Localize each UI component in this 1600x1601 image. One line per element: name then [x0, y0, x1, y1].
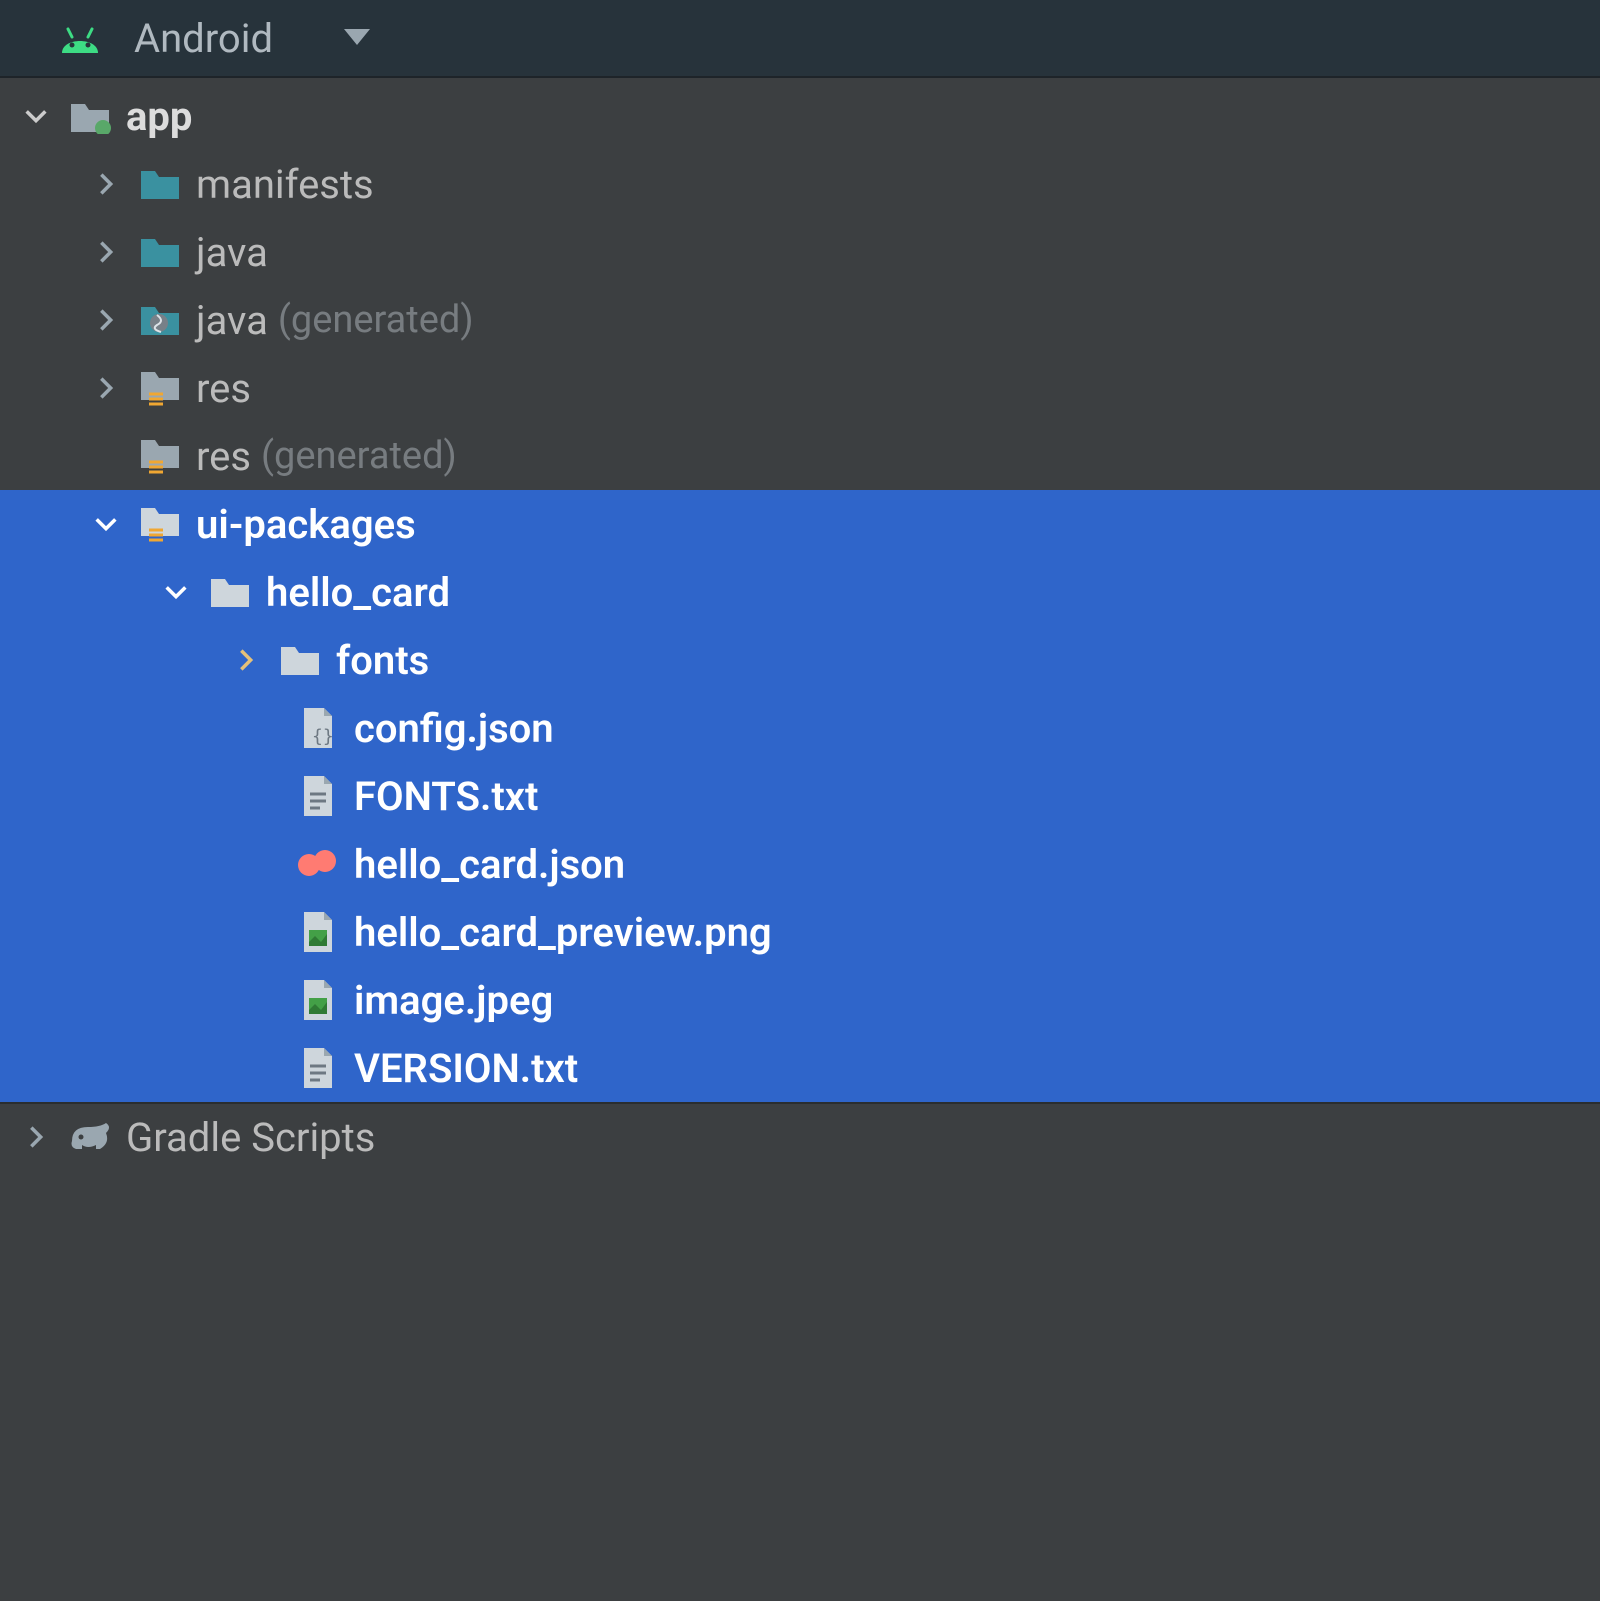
chevron-right-icon[interactable]: [82, 296, 130, 344]
tree-node-manifests[interactable]: manifests: [0, 150, 1600, 218]
svg-text:{}: {}: [312, 726, 334, 747]
node-label: hello_card_preview.png: [354, 909, 772, 956]
resource-folder-icon: [136, 500, 184, 548]
tree-node-res[interactable]: res: [0, 354, 1600, 422]
node-label: java: [196, 297, 268, 344]
tree-node-fonts[interactable]: fonts: [0, 626, 1600, 694]
json-file-icon: {}: [294, 704, 342, 752]
tree-node-hello-card-json[interactable]: hello_card.json: [0, 830, 1600, 898]
resource-folder-icon: [136, 432, 184, 480]
resource-folder-icon: [136, 364, 184, 412]
folder-icon: [206, 568, 254, 616]
tree-node-ui-packages[interactable]: ui-packages: [0, 490, 1600, 558]
chevron-right-icon[interactable]: [222, 636, 270, 684]
text-file-icon: [294, 772, 342, 820]
tree-node-gradle-scripts[interactable]: Gradle Scripts: [0, 1102, 1600, 1170]
node-label: Gradle Scripts: [126, 1114, 375, 1161]
chevron-right-icon[interactable]: [82, 228, 130, 276]
node-label: hello_card: [266, 569, 450, 616]
node-label: res: [196, 433, 251, 480]
project-tree[interactable]: app manifests java: [0, 78, 1600, 1170]
project-view-label: Android: [134, 15, 273, 62]
node-suffix: (generated): [278, 298, 474, 342]
tree-node-image-jpeg[interactable]: image.jpeg: [0, 966, 1600, 1034]
node-suffix: (generated): [261, 434, 457, 478]
node-label: res: [196, 365, 251, 412]
node-label: app: [126, 93, 192, 140]
tree-node-hello-card[interactable]: hello_card: [0, 558, 1600, 626]
android-robot-icon: [56, 14, 104, 62]
image-file-icon: [294, 976, 342, 1024]
tree-node-res-generated[interactable]: res (generated): [0, 422, 1600, 490]
relay-file-icon: [294, 840, 342, 888]
tree-node-config-json[interactable]: {} config.json: [0, 694, 1600, 762]
chevron-right-icon[interactable]: [12, 1113, 60, 1161]
tree-node-java-generated[interactable]: java (generated): [0, 286, 1600, 354]
node-label: ui-packages: [196, 501, 416, 548]
node-label: fonts: [336, 637, 429, 684]
node-label: config.json: [354, 705, 554, 752]
tree-node-fonts-txt[interactable]: FONTS.txt: [0, 762, 1600, 830]
node-label: VERSION.txt: [354, 1045, 578, 1092]
tree-node-java[interactable]: java: [0, 218, 1600, 286]
tree-node-version-txt[interactable]: VERSION.txt: [0, 1034, 1600, 1102]
node-label: manifests: [196, 161, 374, 208]
node-label: hello_card.json: [354, 841, 625, 888]
node-label: FONTS.txt: [354, 773, 538, 820]
module-folder-icon: [66, 92, 114, 140]
generated-folder-icon: [136, 296, 184, 344]
folder-icon: [136, 228, 184, 276]
node-label: image.jpeg: [354, 977, 553, 1024]
dropdown-triangle-icon[interactable]: [333, 14, 381, 62]
image-file-icon: [294, 908, 342, 956]
node-label: java: [196, 229, 268, 276]
project-view-header[interactable]: Android: [0, 0, 1600, 78]
chevron-down-icon[interactable]: [12, 92, 60, 140]
tree-node-preview-png[interactable]: hello_card_preview.png: [0, 898, 1600, 966]
folder-icon: [136, 160, 184, 208]
folder-icon: [276, 636, 324, 684]
chevron-down-icon[interactable]: [82, 500, 130, 548]
chevron-right-icon[interactable]: [82, 160, 130, 208]
tree-node-app[interactable]: app: [0, 82, 1600, 150]
gradle-elephant-icon: [66, 1113, 114, 1161]
chevron-right-icon[interactable]: [82, 364, 130, 412]
text-file-icon: [294, 1044, 342, 1092]
chevron-down-icon[interactable]: [152, 568, 200, 616]
